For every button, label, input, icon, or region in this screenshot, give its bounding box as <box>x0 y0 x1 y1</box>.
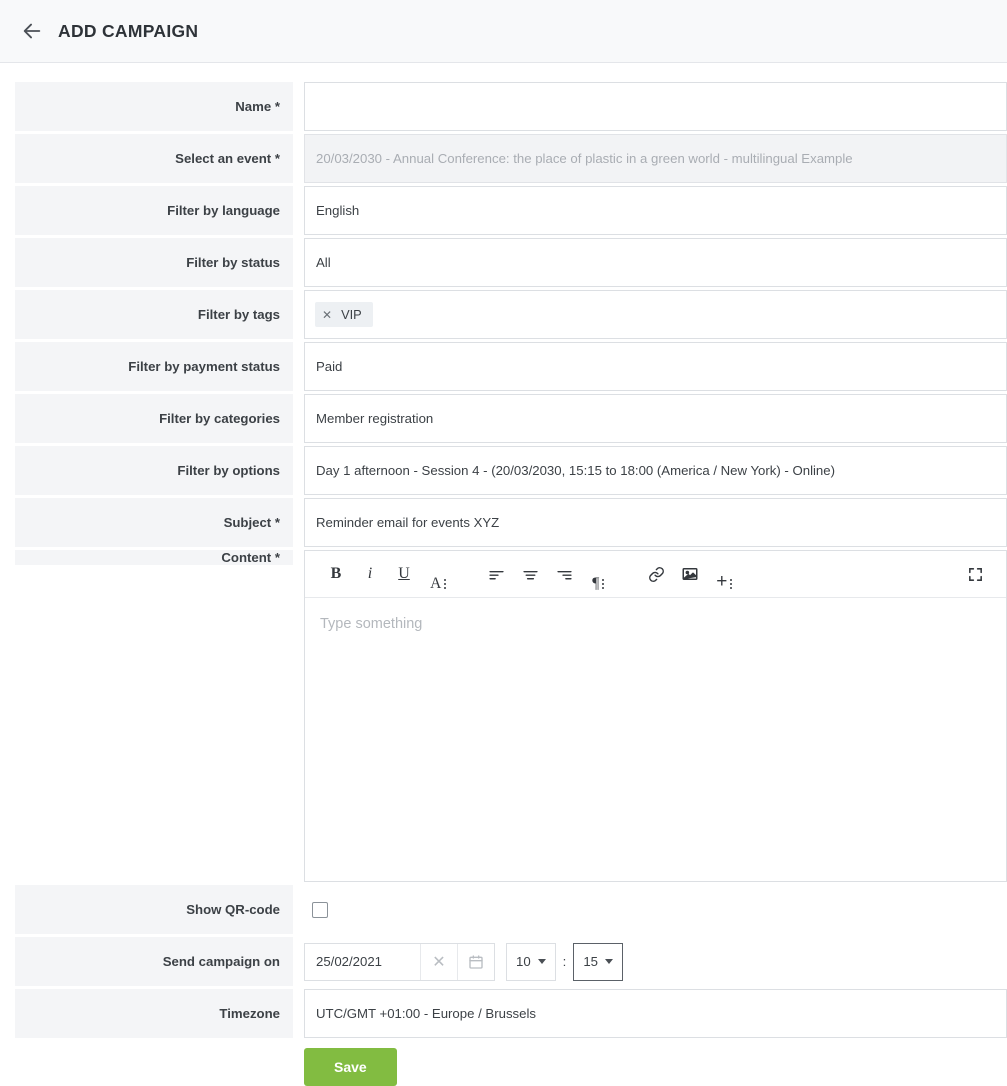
date-value: 25/02/2021 <box>305 954 420 969</box>
form-row-show-qr-code: Show QR-code <box>0 885 1007 934</box>
label-content: Content * <box>15 550 293 565</box>
minute-select[interactable]: 15 <box>573 943 623 981</box>
field-filter-payment-status: Paid <box>304 342 1007 391</box>
timezone-select[interactable]: UTC/GMT +01:00 - Europe / Brussels <box>304 989 1007 1038</box>
page-header: ADD CAMPAIGN <box>0 0 1007 63</box>
filter-payment-status-select[interactable]: Paid <box>304 342 1007 391</box>
filter-categories-select[interactable]: Member registration <box>304 394 1007 443</box>
form-row-filter-language: Filter by language English <box>0 186 1007 235</box>
datetime-picker: 25/02/2021 ✕ 10 : <box>304 943 623 981</box>
filter-status-select[interactable]: All <box>304 238 1007 287</box>
label-timezone: Timezone <box>15 989 293 1038</box>
label-filter-payment-status: Filter by payment status <box>15 342 293 391</box>
rich-text-editor: B i U A <box>304 550 1007 882</box>
label-filter-categories: Filter by categories <box>15 394 293 443</box>
paragraph-icon[interactable]: ¶ <box>581 557 615 591</box>
field-send-campaign-on: 25/02/2021 ✕ 10 : <box>304 937 1007 986</box>
campaign-form: Name * Select an event * 20/03/2030 - An… <box>0 63 1007 1086</box>
chevron-down-icon <box>538 959 546 964</box>
label-send-campaign-on: Send campaign on <box>15 937 293 986</box>
label-select-event: Select an event * <box>15 134 293 183</box>
tag-chip-vip[interactable]: ✕ VIP <box>315 302 373 327</box>
label-subject: Subject * <box>15 498 293 547</box>
field-select-event: 20/03/2030 - Annual Conference: the plac… <box>304 134 1007 183</box>
field-filter-tags: ✕ VIP <box>304 290 1007 339</box>
label-filter-tags: Filter by tags <box>15 290 293 339</box>
hour-value: 10 <box>516 954 531 969</box>
field-filter-language: English <box>304 186 1007 235</box>
minute-value: 15 <box>583 954 598 969</box>
filter-tags-input[interactable]: ✕ VIP <box>304 290 1007 339</box>
link-icon[interactable] <box>639 557 673 591</box>
label-filter-status: Filter by status <box>15 238 293 287</box>
close-icon[interactable]: ✕ <box>322 309 332 321</box>
text-style-icon[interactable]: A <box>421 557 455 591</box>
field-show-qr-code <box>304 885 1007 934</box>
form-row-name: Name * <box>0 82 1007 131</box>
insert-icon[interactable]: + <box>707 557 741 591</box>
chevron-down-icon <box>605 959 613 964</box>
form-row-filter-options: Filter by options Day 1 afternoon - Sess… <box>0 446 1007 495</box>
field-filter-status: All <box>304 238 1007 287</box>
name-input[interactable] <box>304 82 1007 131</box>
field-subject: Reminder email for events XYZ <box>304 498 1007 547</box>
form-row-select-event: Select an event * 20/03/2030 - Annual Co… <box>0 134 1007 183</box>
filter-options-select[interactable]: Day 1 afternoon - Session 4 - (20/03/203… <box>304 446 1007 495</box>
label-filter-language: Filter by language <box>15 186 293 235</box>
form-row-content: Content * B i U A <box>0 550 1007 882</box>
form-row-send-campaign-on: Send campaign on 25/02/2021 ✕ <box>0 937 1007 986</box>
italic-icon[interactable]: i <box>353 557 387 591</box>
form-row-filter-status: Filter by status All <box>0 238 1007 287</box>
subject-input[interactable]: Reminder email for events XYZ <box>304 498 1007 547</box>
editor-toolbar: B i U A <box>305 551 1006 598</box>
form-row-filter-payment-status: Filter by payment status Paid <box>0 342 1007 391</box>
close-icon[interactable]: ✕ <box>420 944 457 980</box>
hour-select[interactable]: 10 <box>506 943 556 981</box>
align-right-icon[interactable] <box>547 557 581 591</box>
label-name: Name * <box>15 82 293 131</box>
bold-icon[interactable]: B <box>319 557 353 591</box>
field-name <box>304 82 1007 131</box>
underline-icon[interactable]: U <box>387 557 421 591</box>
form-actions: Save <box>0 1048 1007 1086</box>
field-filter-categories: Member registration <box>304 394 1007 443</box>
form-row-filter-tags: Filter by tags ✕ VIP <box>0 290 1007 339</box>
filter-language-select[interactable]: English <box>304 186 1007 235</box>
arrow-left-icon[interactable] <box>18 17 46 45</box>
label-filter-options: Filter by options <box>15 446 293 495</box>
form-row-subject: Subject * Reminder email for events XYZ <box>0 498 1007 547</box>
form-row-filter-categories: Filter by categories Member registration <box>0 394 1007 443</box>
time-separator: : <box>556 954 574 969</box>
image-icon[interactable] <box>673 557 707 591</box>
fullscreen-icon[interactable] <box>958 557 992 591</box>
save-button[interactable]: Save <box>304 1048 397 1086</box>
tag-chip-label: VIP <box>341 307 362 322</box>
calendar-icon[interactable] <box>457 944 494 980</box>
align-center-icon[interactable] <box>513 557 547 591</box>
field-filter-options: Day 1 afternoon - Session 4 - (20/03/203… <box>304 446 1007 495</box>
show-qr-code-checkbox[interactable] <box>312 902 328 918</box>
align-left-icon[interactable] <box>479 557 513 591</box>
form-row-timezone: Timezone UTC/GMT +01:00 - Europe / Bruss… <box>0 989 1007 1038</box>
editor-content-area[interactable]: Type something <box>305 598 1006 881</box>
field-timezone: UTC/GMT +01:00 - Europe / Brussels <box>304 989 1007 1038</box>
field-content: B i U A <box>304 550 1007 882</box>
page-title: ADD CAMPAIGN <box>58 21 198 42</box>
select-event-input[interactable]: 20/03/2030 - Annual Conference: the plac… <box>304 134 1007 183</box>
label-show-qr-code: Show QR-code <box>15 885 293 934</box>
date-input[interactable]: 25/02/2021 ✕ <box>304 943 495 981</box>
